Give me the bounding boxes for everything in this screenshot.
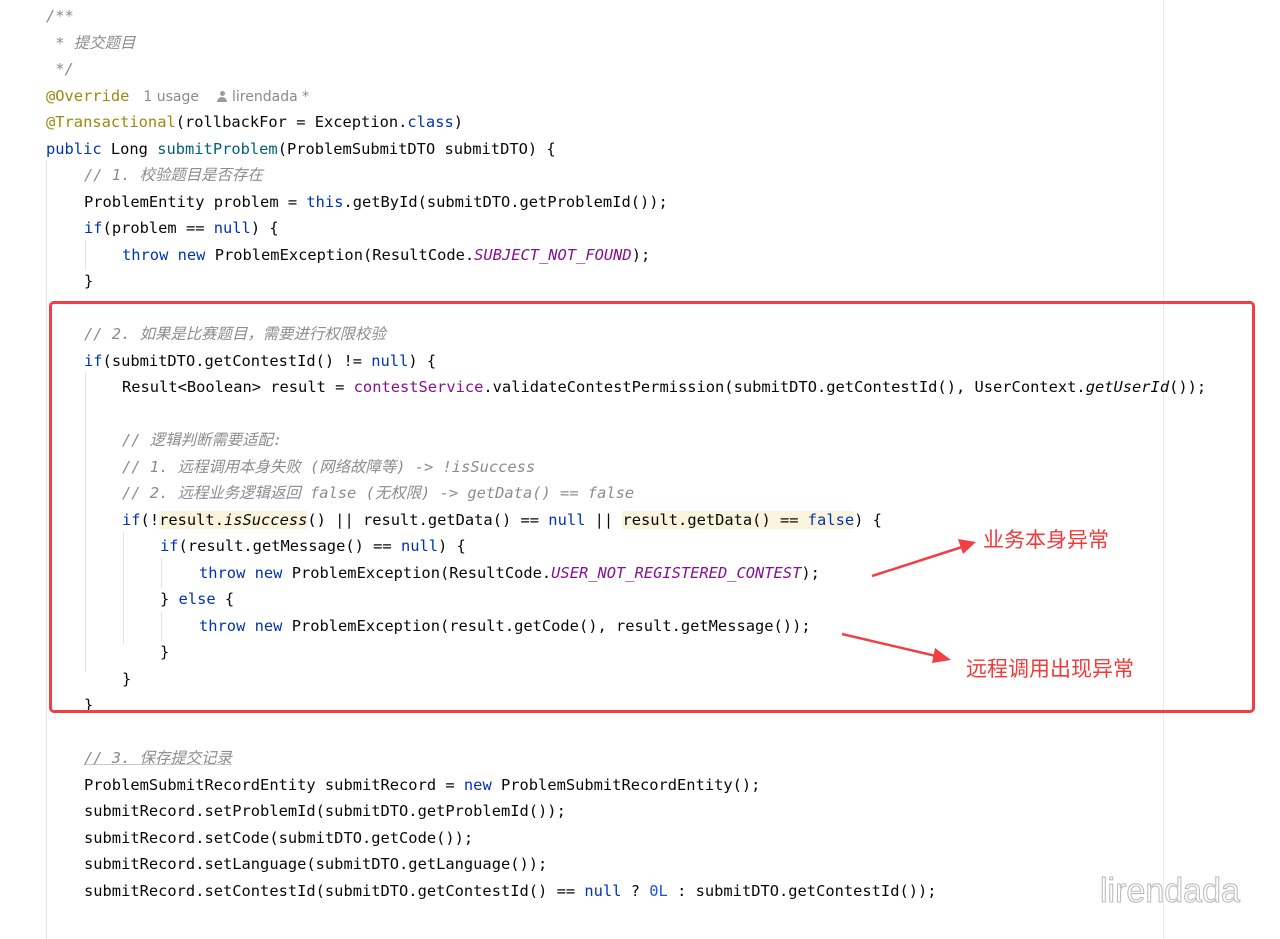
- watermark: lirendada: [1100, 872, 1241, 911]
- arrow-remote-error: [841, 632, 951, 663]
- annotation-remote-error: 远程调用出现异常: [966, 657, 1134, 681]
- arrow-business-error: [871, 539, 976, 578]
- annotation-arrows: [841, 539, 976, 663]
- annotation-business-error: 业务本身异常: [983, 528, 1109, 552]
